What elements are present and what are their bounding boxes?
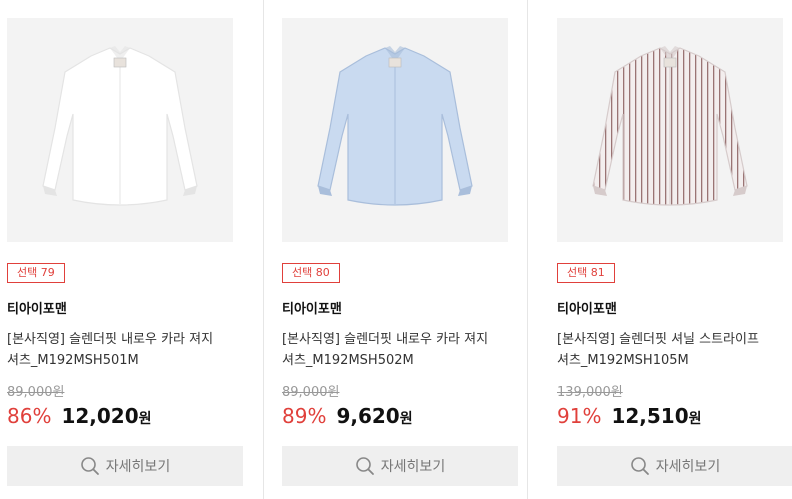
price-row: 86% 12,020 원 (7, 404, 247, 432)
original-price: 89,000원 (7, 385, 65, 400)
product-name-line2: 셔츠_M192MSH501M (7, 353, 139, 368)
shirt-image (592, 46, 748, 206)
shirt-image (317, 46, 473, 206)
view-details-label: 자세히보기 (655, 459, 721, 475)
shirt-shape (113, 57, 127, 68)
product-name[interactable]: [본사직영] 슬렌더핏 내로우 카라 져지 셔츠_M192MSH502M (282, 329, 514, 371)
column-divider (263, 0, 264, 499)
shirt-shape (663, 57, 677, 68)
column-divider (527, 0, 528, 499)
sale-price: 9,620 (336, 404, 400, 428)
search-icon (355, 456, 375, 476)
currency-unit: 원 (688, 411, 702, 427)
view-details-button[interactable]: 자세히보기 (557, 446, 792, 486)
brand-name[interactable]: 티아이포맨 (557, 298, 792, 317)
currency-unit: 원 (399, 411, 413, 427)
select-badge: 선택 80 (282, 263, 340, 283)
currency-unit: 원 (138, 411, 152, 427)
select-badge: 선택 79 (7, 263, 65, 283)
product-image[interactable] (282, 18, 508, 242)
price-row: 89% 9,620 원 (282, 404, 522, 432)
product-name-line2: 셔츠_M192MSH502M (282, 353, 414, 368)
discount-rate: 86% (7, 404, 52, 428)
sale-price: 12,020 (61, 404, 139, 428)
product-name[interactable]: [본사직영] 슬렌더핏 내로우 카라 져지 셔츠_M192MSH501M (7, 329, 239, 371)
sale-price: 12,510 (611, 404, 689, 428)
product-name[interactable]: [본사직영] 슬렌더핏 셔닐 스트라이프 셔츠_M192MSH105M (557, 329, 789, 371)
view-details-label: 자세히보기 (380, 459, 446, 475)
select-badge: 선택 81 (557, 263, 615, 283)
product-card[interactable]: 선택 81 티아이포맨 [본사직영] 슬렌더핏 셔닐 스트라이프 셔츠_M192… (557, 18, 792, 486)
discount-rate: 91% (557, 404, 602, 428)
search-icon (80, 456, 100, 476)
product-name-line1: [본사직영] 슬렌더핏 셔닐 스트라이프 (557, 332, 759, 347)
view-details-label: 자세히보기 (105, 459, 171, 475)
product-image[interactable] (7, 18, 233, 242)
search-icon (630, 456, 650, 476)
brand-name[interactable]: 티아이포맨 (7, 298, 247, 317)
view-details-button[interactable]: 자세히보기 (282, 446, 518, 486)
product-name-line2: 셔츠_M192MSH105M (557, 353, 689, 368)
product-grid: 선택 79 티아이포맨 [본사직영] 슬렌더핏 내로우 카라 져지 셔츠_M19… (0, 0, 792, 499)
product-name-line1: [본사직영] 슬렌더핏 내로우 카라 져지 (282, 332, 489, 347)
view-details-button[interactable]: 자세히보기 (7, 446, 243, 486)
product-name-line1: [본사직영] 슬렌더핏 내로우 카라 져지 (7, 332, 214, 347)
product-card[interactable]: 선택 80 티아이포맨 [본사직영] 슬렌더핏 내로우 카라 져지 셔츠_M19… (282, 18, 522, 486)
product-image[interactable] (557, 18, 783, 242)
brand-name[interactable]: 티아이포맨 (282, 298, 522, 317)
original-price: 139,000원 (557, 385, 623, 400)
product-card[interactable]: 선택 79 티아이포맨 [본사직영] 슬렌더핏 내로우 카라 져지 셔츠_M19… (7, 18, 247, 486)
shirt-image (42, 46, 198, 206)
discount-rate: 89% (282, 404, 327, 428)
original-price: 89,000원 (282, 385, 340, 400)
shirt-shape (388, 57, 402, 68)
price-row: 91% 12,510 원 (557, 404, 792, 432)
